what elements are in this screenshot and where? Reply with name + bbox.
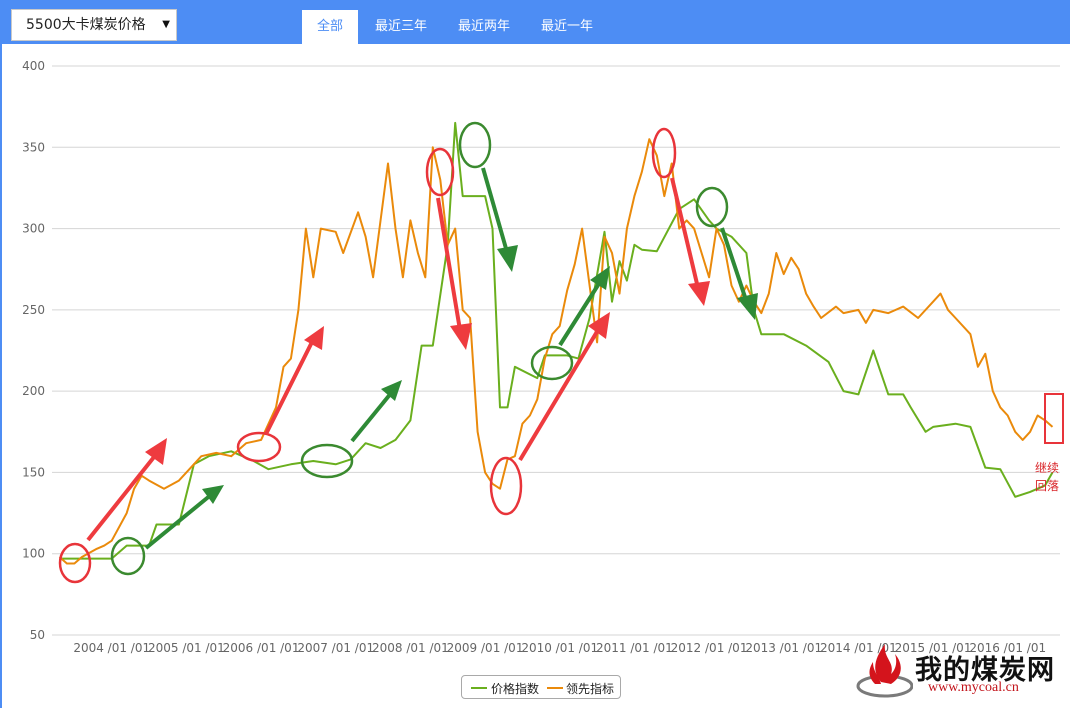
legend-swatch-leading (547, 687, 563, 689)
annotation-line2: 回落 (1035, 479, 1059, 493)
y-tick-label: 300 (22, 222, 45, 236)
green-arrow (481, 167, 509, 253)
latest-value-marker (1044, 393, 1064, 444)
red-arrow-head (145, 438, 167, 465)
flame-logo-icon (856, 644, 913, 698)
price-chart: 50 100 150 200 250 300 350 400 2004 /01 /012005… (22, 59, 1064, 655)
y-tick-label: 150 (22, 465, 45, 479)
logo-url: www.mycoal.cn (928, 680, 1019, 695)
y-tick-label: 200 (22, 384, 45, 398)
green-circle-marker (458, 121, 492, 169)
y-tick-label: 250 (22, 303, 45, 317)
red-arrow (518, 328, 600, 462)
red-arrow (86, 450, 160, 542)
y-tick-label: 350 (22, 140, 45, 154)
x-tick-label: 2008 /01 /01 (372, 641, 449, 655)
legend-label-leading: 领先指标 (566, 682, 615, 696)
y-tick-label: 100 (22, 547, 45, 561)
chart-annotations: 继续 回落 (58, 121, 1064, 584)
chart-grid (52, 65, 1060, 636)
annotation-line1: 继续 (1035, 461, 1059, 475)
green-arrow (144, 492, 214, 550)
x-tick-label: 2010 /01 /01 (521, 641, 598, 655)
green-circle-marker (695, 186, 729, 228)
x-tick-label: 2006 /01 /01 (223, 641, 300, 655)
x-tick-label: 2005 /01 /01 (148, 641, 225, 655)
mycoal-logo: 我的煤炭网 www.mycoal.cn (855, 638, 1070, 708)
y-tick-label: 400 (22, 59, 45, 73)
red-arrow-head (304, 326, 324, 350)
chart-legend: 价格指数 领先指标 (461, 675, 621, 699)
green-circle-marker (110, 536, 146, 576)
x-tick-label: 2012 /01 /01 (671, 641, 748, 655)
x-tick-label: 2009 /01 /01 (447, 641, 524, 655)
y-tick-label: 50 (30, 628, 45, 642)
red-arrow-head (450, 323, 472, 350)
red-circle-marker (236, 431, 282, 463)
green-arrow-head (590, 266, 610, 290)
series-line-1 (58, 138, 1054, 565)
x-tick-label: 2013 /01 /01 (745, 641, 822, 655)
green-circle-marker (530, 345, 574, 381)
green-arrow-head (381, 380, 402, 401)
x-tick-label: 2011 /01 /01 (596, 641, 673, 655)
legend-swatch-price (471, 687, 487, 689)
red-arrow-head (688, 281, 710, 306)
y-axis: 50 100 150 200 250 300 350 400 (22, 59, 45, 642)
x-tick-label: 2007 /01 /01 (297, 641, 374, 655)
green-arrow-head (497, 245, 518, 272)
red-arrow (670, 177, 700, 289)
red-arrow (264, 339, 315, 435)
legend-label-price: 价格指数 (491, 682, 540, 696)
x-tick-label: 2004 /01 /01 (73, 641, 150, 655)
green-arrow (350, 390, 394, 443)
